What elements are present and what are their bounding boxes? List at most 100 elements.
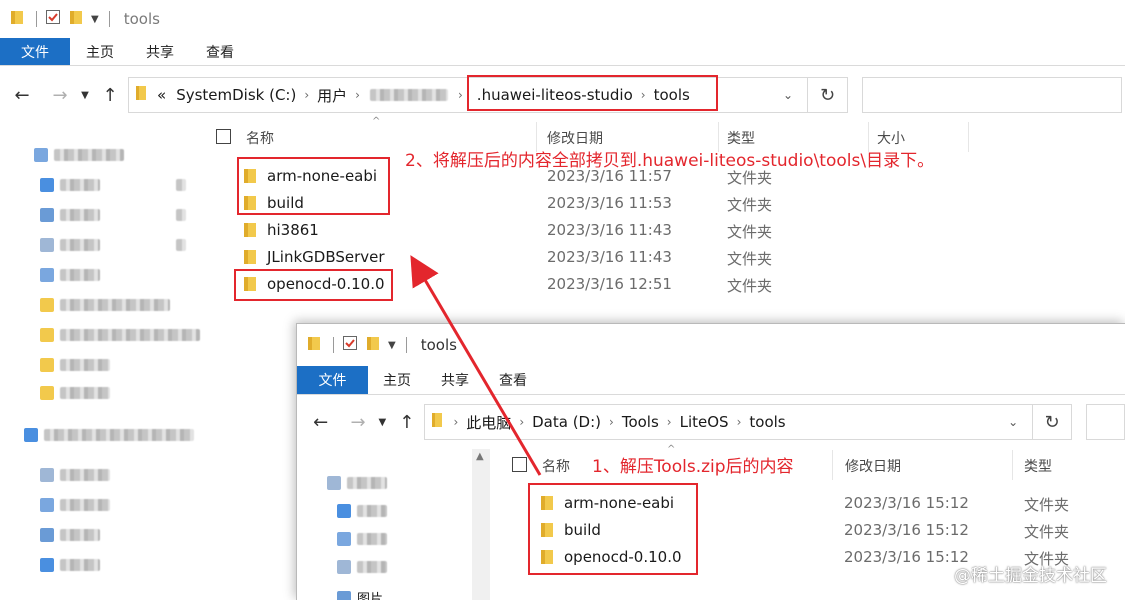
chevron-right-icon[interactable]: › [453, 415, 458, 429]
file-type: 文件夹 [1024, 496, 1070, 514]
nav-item[interactable] [337, 532, 483, 546]
select-all-checkbox[interactable] [216, 129, 231, 144]
back-arrow-icon[interactable]: ← [10, 85, 34, 106]
nav-item[interactable] [40, 386, 110, 400]
chevron-right-icon[interactable]: › [355, 88, 360, 102]
separator [405, 337, 407, 353]
breadcrumb-tools[interactable]: tools [749, 413, 785, 431]
nav-item[interactable] [40, 208, 186, 222]
window-title: tools [420, 336, 457, 354]
customize-toolbar-chevron-icon[interactable]: ▼ [388, 340, 396, 351]
new-folder-icon[interactable] [366, 335, 380, 355]
column-size[interactable]: 大小 [877, 128, 905, 148]
tab-file[interactable]: 文件 [0, 38, 70, 65]
nav-item[interactable] [40, 268, 100, 282]
file-modified: 2023/3/16 12:51 [547, 275, 672, 293]
file-type: 文件夹 [727, 223, 773, 241]
list-item[interactable]: JLinkGDBServer 2023/3/16 11:43 文件夹 [240, 244, 800, 271]
refresh-icon[interactable]: ↻ [1033, 404, 1073, 440]
file-modified: 2023/3/16 11:43 [547, 248, 672, 266]
tab-view[interactable]: 查看 [190, 38, 250, 65]
nav-item[interactable] [40, 468, 110, 482]
file-modified: 2023/3/16 15:12 [844, 521, 969, 539]
recent-locations-chevron-icon[interactable]: ▼ [374, 417, 392, 428]
highlight-extracted-folders [528, 483, 698, 575]
customize-toolbar-chevron-icon[interactable]: ▼ [91, 14, 99, 25]
tab-share[interactable]: 共享 [426, 366, 484, 394]
properties-icon[interactable] [45, 9, 61, 29]
nav-item[interactable] [40, 558, 100, 572]
column-name[interactable]: 名称 [246, 128, 274, 148]
column-name[interactable]: 名称 [542, 456, 570, 476]
up-arrow-icon[interactable]: ↑ [98, 85, 122, 106]
nav-item[interactable] [40, 358, 110, 372]
breadcrumb-systemdisk[interactable]: SystemDisk (C:) [176, 86, 296, 104]
nav-item[interactable] [40, 498, 110, 512]
nav-item[interactable] [40, 178, 186, 192]
nav-item[interactable] [327, 476, 387, 490]
refresh-icon[interactable]: ↻ [808, 77, 848, 113]
search-input[interactable] [1086, 404, 1125, 440]
new-folder-icon[interactable] [69, 9, 83, 29]
nav-item[interactable] [24, 428, 194, 442]
list-item[interactable]: hi3861 2023/3/16 11:43 文件夹 [240, 217, 800, 244]
up-arrow-icon[interactable]: ↑ [395, 412, 418, 433]
scroll-up-icon[interactable]: ▲ [476, 451, 484, 462]
folder-icon [135, 85, 147, 105]
nav-item[interactable] [337, 560, 387, 574]
chevron-right-icon[interactable]: › [458, 88, 463, 102]
nav-item[interactable] [40, 528, 100, 542]
nav-item[interactable] [34, 148, 124, 162]
breadcrumb-tools-upper[interactable]: Tools [622, 413, 659, 431]
folder-icon [307, 335, 321, 355]
file-modified: 2023/3/16 11:53 [547, 194, 672, 212]
address-dropdown-chevron-icon[interactable]: ⌄ [783, 88, 793, 102]
forward-arrow-icon[interactable]: → [48, 85, 72, 106]
breadcrumb-users[interactable]: 用户 [317, 85, 347, 106]
ribbon-tabs: 文件 主页 共享 查看 [0, 38, 1125, 66]
blurred-username [369, 89, 448, 101]
nav-item-pictures[interactable]: 图片 [337, 588, 383, 600]
select-all-checkbox[interactable] [512, 457, 527, 472]
file-type: 文件夹 [1024, 523, 1070, 541]
search-input[interactable] [862, 77, 1122, 113]
file-type: 文件夹 [727, 196, 773, 214]
navigation-scrollbar[interactable]: ▲ [472, 449, 490, 600]
back-arrow-icon[interactable]: ← [309, 412, 332, 433]
nav-item[interactable] [40, 328, 200, 342]
recent-locations-chevron-icon[interactable]: ▼ [76, 90, 94, 101]
highlight-copied-folders [237, 157, 390, 215]
nav-item[interactable] [337, 504, 483, 518]
column-type[interactable]: 类型 [727, 128, 755, 148]
address-row: ← → ▼ ↑ › 此电脑 › Data (D:) › Tools › Lite… [297, 400, 1125, 444]
title-bar: ▼ tools [297, 324, 1125, 366]
tab-home[interactable]: 主页 [368, 366, 426, 394]
breadcrumb-data-drive[interactable]: Data (D:) [532, 413, 601, 431]
file-modified: 2023/3/16 15:12 [844, 494, 969, 512]
address-dropdown-chevron-icon[interactable]: ⌄ [1008, 415, 1018, 429]
properties-icon[interactable] [342, 335, 358, 355]
nav-item[interactable] [40, 298, 170, 312]
column-type[interactable]: 类型 [1024, 456, 1052, 476]
highlight-copied-folders [234, 269, 393, 301]
forward-arrow-icon[interactable]: → [346, 412, 369, 433]
nav-item[interactable] [40, 238, 186, 252]
chevron-right-icon[interactable]: › [737, 415, 742, 429]
chevron-right-icon[interactable]: › [304, 88, 309, 102]
folder-icon [431, 412, 443, 432]
column-modified[interactable]: 修改日期 [845, 456, 901, 476]
breadcrumb-this-pc[interactable]: 此电脑 [466, 412, 511, 433]
tab-file[interactable]: 文件 [297, 366, 368, 394]
folder-icon [244, 249, 257, 265]
breadcrumb-liteos[interactable]: LiteOS [680, 413, 729, 431]
column-modified[interactable]: 修改日期 [547, 128, 603, 148]
breadcrumb-overflow[interactable]: « [157, 86, 166, 104]
tab-share[interactable]: 共享 [130, 38, 190, 65]
chevron-right-icon[interactable]: › [667, 415, 672, 429]
chevron-right-icon[interactable]: › [609, 415, 614, 429]
separator [108, 11, 110, 27]
address-bar[interactable]: › 此电脑 › Data (D:) › Tools › LiteOS › too… [424, 404, 1034, 440]
tab-home[interactable]: 主页 [70, 38, 130, 65]
tab-view[interactable]: 查看 [484, 366, 542, 394]
chevron-right-icon[interactable]: › [519, 415, 524, 429]
